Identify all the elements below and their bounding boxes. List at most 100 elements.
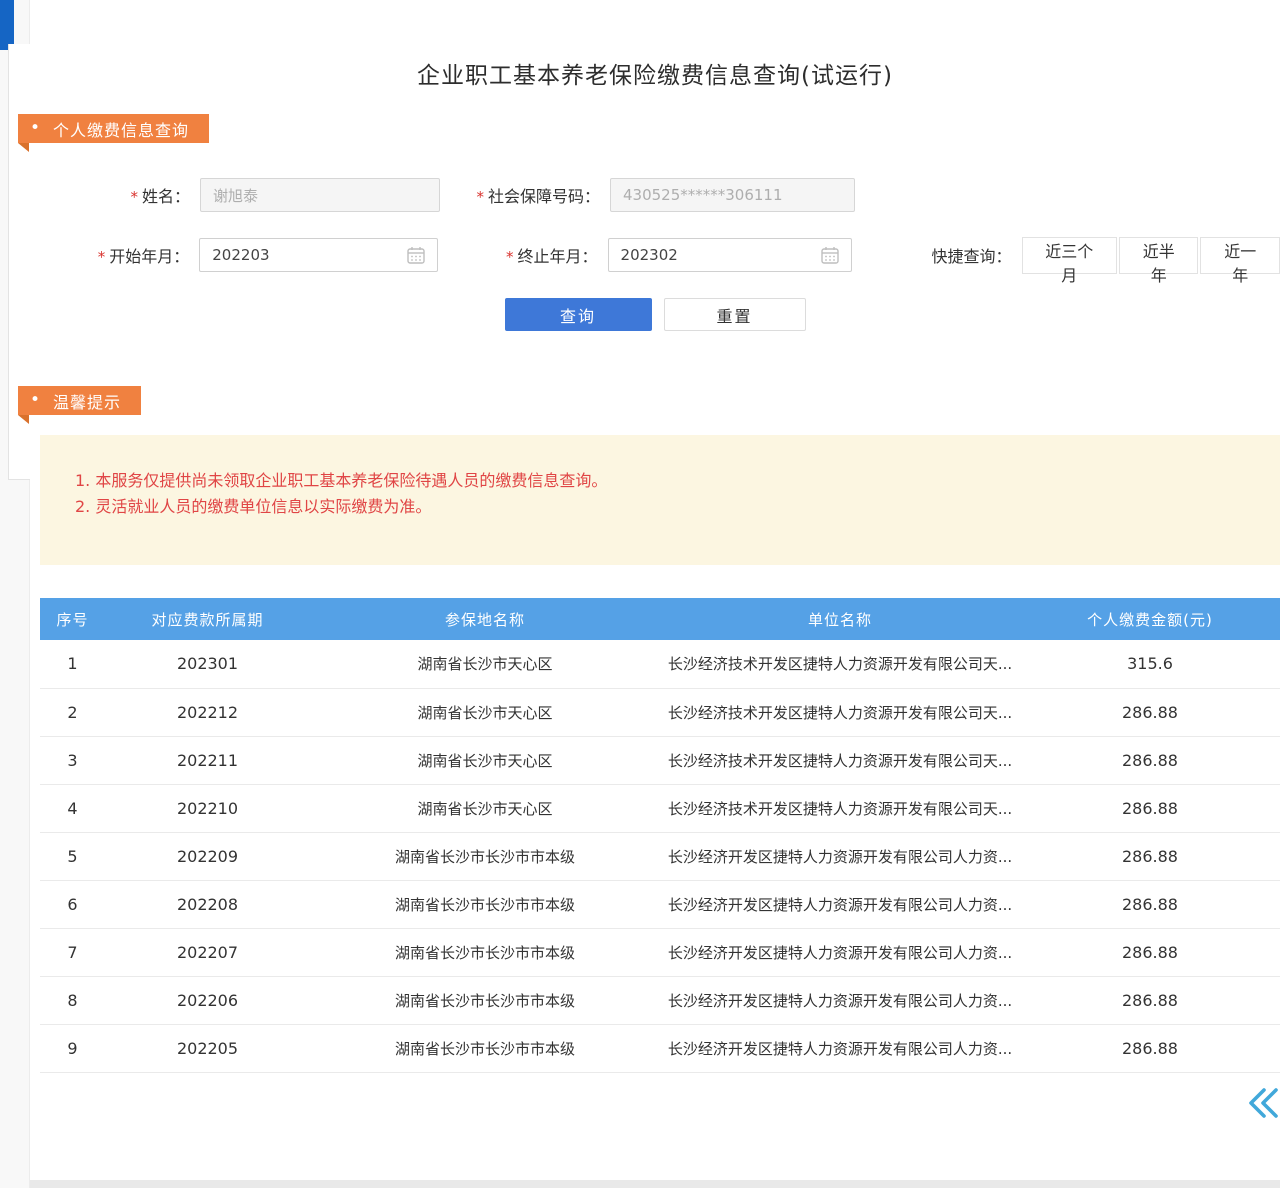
table-row: 7202207湖南省长沙市长沙市市本级长沙经济开发区捷特人力资源开发有限公司人力… (40, 928, 1280, 976)
left-rail (0, 0, 30, 1188)
table-cell: 202207 (105, 928, 310, 976)
required-asterisk: * (98, 248, 106, 266)
name-value: 谢旭泰 (213, 185, 258, 206)
query-button[interactable]: 查询 (505, 298, 652, 331)
table-row: 4202210湖南省长沙市天心区长沙经济技术开发区捷特人力资源开发有限公司天..… (40, 784, 1280, 832)
quick-query-button-0[interactable]: 近三个月 (1022, 237, 1117, 274)
table-row: 5202209湖南省长沙市长沙市市本级长沙经济开发区捷特人力资源开发有限公司人力… (40, 832, 1280, 880)
table-cell: 4 (40, 784, 105, 832)
payment-table: 序号对应费款所属期参保地名称单位名称个人缴费金额(元) 1202301湖南省长沙… (40, 598, 1280, 1073)
table-cell: 长沙经济开发区捷特人力资源开发有限公司人力资... (660, 928, 1020, 976)
start-month-label: *开始年月： (30, 243, 199, 267)
table-cell: 湖南省长沙市长沙市市本级 (310, 976, 660, 1024)
required-asterisk: * (130, 188, 138, 206)
section-badge-label: 温馨提示 (53, 389, 121, 413)
table-cell: 湖南省长沙市长沙市市本级 (310, 832, 660, 880)
form-row-identity: *姓名： 谢旭泰 *社会保障号码： 430525******306111 (30, 177, 1280, 213)
table-cell: 长沙经济技术开发区捷特人力资源开发有限公司天... (660, 784, 1020, 832)
ssn-label-text: 社会保障号码： (488, 187, 600, 206)
end-month-label: *终止年月： (438, 243, 607, 267)
notice-box: 1. 本服务仅提供尚未领取企业职工基本养老保险待遇人员的缴费信息查询。 2. 灵… (40, 435, 1280, 565)
bullet-icon: • (30, 392, 41, 409)
ribbon-fold (18, 143, 29, 152)
table-cell: 长沙经济技术开发区捷特人力资源开发有限公司天... (660, 640, 1020, 688)
form-buttons-row: 查询 重置 (30, 298, 1280, 331)
table-row: 3202211湖南省长沙市天心区长沙经济技术开发区捷特人力资源开发有限公司天..… (40, 736, 1280, 784)
table-cell: 202208 (105, 880, 310, 928)
main-panel: 企业职工基本养老保险缴费信息查询(试运行) • 个人缴费信息查询 *姓名： 谢旭… (30, 0, 1280, 1188)
table-cell: 286.88 (1020, 736, 1280, 784)
table-cell: 湖南省长沙市天心区 (310, 688, 660, 736)
table-cell: 286.88 (1020, 928, 1280, 976)
table-cell: 286.88 (1020, 832, 1280, 880)
end-month-input[interactable]: 202302 (608, 238, 852, 272)
end-month-value: 202302 (621, 246, 678, 264)
table-cell: 315.6 (1020, 640, 1280, 688)
bottom-strip (30, 1180, 1280, 1188)
table-cell: 286.88 (1020, 1024, 1280, 1072)
table-row: 8202206湖南省长沙市长沙市市本级长沙经济开发区捷特人力资源开发有限公司人力… (40, 976, 1280, 1024)
table-cell: 286.88 (1020, 976, 1280, 1024)
table-cell: 9 (40, 1024, 105, 1072)
sidebar-blue-tab[interactable] (0, 0, 14, 50)
table-header-row: 序号对应费款所属期参保地名称单位名称个人缴费金额(元) (40, 598, 1280, 640)
ssn-input: 430525******306111 (610, 178, 855, 212)
table-cell: 长沙经济开发区捷特人力资源开发有限公司人力资... (660, 976, 1020, 1024)
table-cell: 湖南省长沙市天心区 (310, 640, 660, 688)
name-input: 谢旭泰 (200, 178, 440, 212)
table-cell: 6 (40, 880, 105, 928)
start-month-label-text: 开始年月： (109, 247, 189, 266)
table-cell: 长沙经济开发区捷特人力资源开发有限公司人力资... (660, 880, 1020, 928)
name-label: *姓名： (30, 183, 200, 207)
table-cell: 202212 (105, 688, 310, 736)
section-badge-tips: • 温馨提示 (18, 386, 141, 415)
table-cell: 202205 (105, 1024, 310, 1072)
calendar-icon[interactable] (407, 246, 425, 264)
table-cell: 5 (40, 832, 105, 880)
section-badge-label: 个人缴费信息查询 (53, 117, 189, 141)
table-cell: 202211 (105, 736, 310, 784)
table-cell: 202206 (105, 976, 310, 1024)
table-cell: 湖南省长沙市长沙市市本级 (310, 1024, 660, 1072)
form-row-period: *开始年月： 202203 *终止年月： 202302 (30, 237, 1280, 273)
reset-button[interactable]: 重置 (664, 298, 806, 331)
quick-query-label: 快捷查询： (932, 243, 1012, 267)
start-month-value: 202203 (212, 246, 269, 264)
quick-query-buttons: 近三个月近半年近一年 (1020, 237, 1280, 274)
quick-query-group: 快捷查询： 近三个月近半年近一年 (932, 237, 1280, 274)
table-header-cell: 序号 (40, 598, 105, 640)
table-cell: 8 (40, 976, 105, 1024)
section-badge-personal-query: • 个人缴费信息查询 (18, 114, 209, 143)
table-cell: 3 (40, 736, 105, 784)
table-cell: 湖南省长沙市天心区 (310, 736, 660, 784)
table-header-cell: 个人缴费金额(元) (1020, 598, 1280, 640)
page-title: 企业职工基本养老保险缴费信息查询(试运行) (30, 56, 1280, 90)
end-month-label-text: 终止年月： (518, 247, 598, 266)
calendar-icon[interactable] (821, 246, 839, 264)
ribbon-fold (18, 415, 29, 424)
double-chevron-left-icon[interactable] (1244, 1085, 1280, 1121)
table-cell: 202209 (105, 832, 310, 880)
table-header-cell: 参保地名称 (310, 598, 660, 640)
table-cell: 286.88 (1020, 784, 1280, 832)
quick-query-button-1[interactable]: 近半年 (1119, 237, 1199, 274)
table-cell: 286.88 (1020, 880, 1280, 928)
bullet-icon: • (30, 120, 41, 137)
table-row: 6202208湖南省长沙市长沙市市本级长沙经济开发区捷特人力资源开发有限公司人力… (40, 880, 1280, 928)
notice-line: 2. 灵活就业人员的缴费单位信息以实际缴费为准。 (75, 494, 1260, 520)
table-cell: 湖南省长沙市长沙市市本级 (310, 880, 660, 928)
table-cell: 湖南省长沙市天心区 (310, 784, 660, 832)
table-cell: 7 (40, 928, 105, 976)
ssn-value: 430525******306111 (623, 186, 783, 204)
table-body: 1202301湖南省长沙市天心区长沙经济技术开发区捷特人力资源开发有限公司天..… (40, 640, 1280, 1072)
table-header-cell: 对应费款所属期 (105, 598, 310, 640)
table-header-cell: 单位名称 (660, 598, 1020, 640)
table-cell: 2 (40, 688, 105, 736)
notice-line: 1. 本服务仅提供尚未领取企业职工基本养老保险待遇人员的缴费信息查询。 (75, 468, 1260, 494)
quick-query-button-2[interactable]: 近一年 (1200, 237, 1280, 274)
ssn-label: *社会保障号码： (440, 183, 610, 207)
table-row: 2202212湖南省长沙市天心区长沙经济技术开发区捷特人力资源开发有限公司天..… (40, 688, 1280, 736)
table-cell: 湖南省长沙市长沙市市本级 (310, 928, 660, 976)
table-cell: 202301 (105, 640, 310, 688)
start-month-input[interactable]: 202203 (199, 238, 438, 272)
